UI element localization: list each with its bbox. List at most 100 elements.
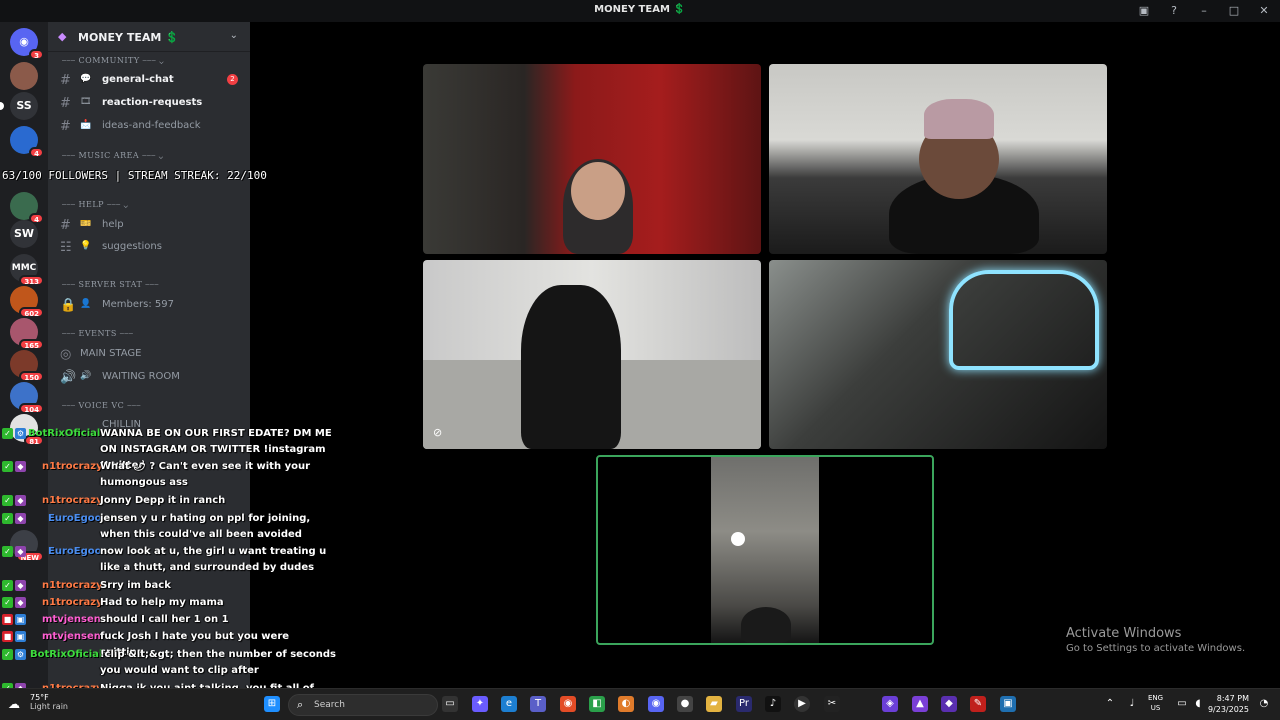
obs-icon[interactable]: ● <box>677 696 693 712</box>
sub-badge-icon: ◆ <box>15 546 26 557</box>
channel-ideas-and-feedback[interactable]: # 📩 ideas-and-feedback <box>56 116 246 136</box>
chat-text: Had to help my mama <box>100 597 224 608</box>
category-server-stat[interactable]: ⎯⎯⎯ SERVER STAT ⎯⎯⎯ <box>62 280 159 290</box>
weather-condition: Light rain <box>30 702 68 711</box>
verified-badge-icon: ✓ <box>2 513 13 524</box>
video-tile-active-speaker[interactable] <box>596 455 934 645</box>
discord-home-icon[interactable]: ◉ 3 <box>10 28 44 60</box>
category-voice-vc[interactable]: ⎯⎯⎯ VOICE VC ⎯⎯⎯ <box>62 401 141 411</box>
server-icon[interactable]: 4 <box>10 126 44 158</box>
video-tile[interactable] <box>423 64 761 254</box>
premiere-icon[interactable]: Pr <box>736 696 752 712</box>
sub-badge-icon: ◆ <box>15 580 26 591</box>
server-icon[interactable]: 165 <box>10 318 44 350</box>
chat-text: Srry im back <box>100 580 171 591</box>
chat-username: n1trocrazy <box>42 495 103 506</box>
search-placeholder: Search <box>314 700 345 710</box>
channel-suggestions[interactable]: ☷ 💡 suggestions <box>56 237 246 257</box>
language-indicator[interactable]: ENG US <box>1148 693 1163 713</box>
hash-icon: # <box>60 119 71 134</box>
server-badge: 4 <box>29 147 44 158</box>
channel-reaction-requests[interactable]: # 🎞 reaction-requests <box>56 93 246 113</box>
channel-help[interactable]: # 🎫 help <box>56 215 246 235</box>
channel-main-stage[interactable]: ◎ MAIN STAGE <box>56 344 246 364</box>
server-icon[interactable]: 4 <box>10 192 44 224</box>
task-view-icon[interactable]: ▭ <box>442 696 458 712</box>
app-icon[interactable]: ✎ <box>970 696 986 712</box>
category-label: VOICE VC <box>78 401 125 410</box>
server-icon[interactable]: 602 <box>10 286 44 318</box>
verified-badge-icon: ✓ <box>2 649 13 660</box>
activate-windows-watermark: Activate Windows Go to Settings to activ… <box>1066 626 1245 654</box>
app-icon[interactable]: ▲ <box>912 696 928 712</box>
category-events[interactable]: ⎯⎯⎯ EVENTS ⎯⎯⎯ <box>62 329 133 339</box>
media-player-icon[interactable]: ▶ <box>794 696 810 712</box>
channel-members-count[interactable]: 🔒 👤 Members: 597 <box>56 295 246 315</box>
firefox-icon[interactable]: ◐ <box>618 696 634 712</box>
app-icon[interactable]: ◈ <box>882 696 898 712</box>
server-icon[interactable]: MMC 313 <box>10 254 44 286</box>
minimize-icon[interactable]: – <box>1196 3 1212 19</box>
window-title: MONEY TEAM 💲 <box>594 4 686 15</box>
server-icon[interactable]: 150 <box>10 350 44 382</box>
server-icon[interactable]: 104 <box>10 382 44 414</box>
server-header[interactable]: ◆ MONEY TEAM 💲 ⌄ <box>48 22 250 52</box>
server-badge: 165 <box>19 339 44 350</box>
app-icon[interactable]: ◧ <box>589 696 605 712</box>
microphone-icon[interactable]: ♩ <box>1124 696 1140 712</box>
server-icon[interactable] <box>10 62 38 90</box>
channel-label: general-chat <box>102 74 174 85</box>
app-icon[interactable]: ◆ <box>941 696 957 712</box>
title-bar: MONEY TEAM 💲 ▣ ? – □ ✕ <box>0 0 1280 22</box>
lock-icon: 🔒 <box>60 298 77 313</box>
channel-waiting-room[interactable]: 🔊 🔊 WAITING ROOM <box>56 367 246 387</box>
ceiling-light <box>731 532 745 546</box>
teams-icon[interactable]: T <box>530 696 546 712</box>
taskbar-search[interactable]: ⌕ Search <box>288 694 438 716</box>
server-icon[interactable]: SS <box>10 92 38 120</box>
notification-bell-icon[interactable]: ◔ <box>1256 696 1272 712</box>
chevron-up-icon[interactable]: ⌃ <box>1102 696 1118 712</box>
neon-sign <box>949 270 1099 370</box>
film-icon: 🎞 <box>80 97 92 107</box>
ticket-icon: 🎫 <box>80 219 92 229</box>
video-tile[interactable] <box>769 260 1107 449</box>
inbox-icon[interactable]: ▣ <box>1136 3 1152 19</box>
language: ENG <box>1148 694 1164 702</box>
chat-username: BotRixOficial <box>28 428 101 439</box>
server-badge: 3 <box>29 49 44 60</box>
edge-icon[interactable]: e <box>501 696 517 712</box>
category-label: EVENTS <box>78 329 117 338</box>
capcut-icon[interactable]: ✂ <box>824 696 840 712</box>
copilot-icon[interactable]: ✦ <box>472 696 488 712</box>
chrome-icon[interactable]: ◉ <box>560 696 576 712</box>
speech-bubble-icon: 💬 <box>80 74 92 84</box>
close-icon[interactable]: ✕ <box>1256 3 1272 19</box>
clock[interactable]: 8:47 PM 9/23/2025 <box>1205 693 1249 715</box>
hash-icon: # <box>60 73 71 88</box>
windows-taskbar: ☁ 75°F Light rain ⊞ ⌕ Search ▭ ✦ e T ◉ ◧… <box>0 688 1280 720</box>
category-community[interactable]: ⎯⎯⎯ COMMUNITY ⎯⎯⎯ ⌄ <box>62 56 164 66</box>
chevron-down-icon[interactable]: ⌄ <box>230 30 238 41</box>
start-icon[interactable]: ⊞ <box>264 696 280 712</box>
video-tile[interactable] <box>769 64 1107 254</box>
tiktok-icon[interactable]: ♪ <box>765 696 781 712</box>
category-music-area[interactable]: ⎯⎯⎯ MUSIC AREA ⎯⎯⎯ ⌄ <box>62 151 164 161</box>
server-icon[interactable]: SW <box>10 220 38 248</box>
app-icon[interactable]: ▣ <box>1000 696 1016 712</box>
volume-icon[interactable]: ◖ <box>1190 696 1206 712</box>
network-icon[interactable]: ▭ <box>1174 696 1190 712</box>
category-help[interactable]: ⎯⎯⎯ HELP ⎯⎯⎯ ⌄ <box>62 200 128 210</box>
discord-icon[interactable]: ◉ <box>648 696 664 712</box>
server-label: SS <box>16 99 32 112</box>
help-icon[interactable]: ? <box>1166 3 1182 19</box>
weather-icon[interactable]: ☁ <box>6 696 22 712</box>
category-label: HELP <box>78 200 105 209</box>
channel-general-chat[interactable]: # 💬 general-chat 2 <box>56 70 246 90</box>
maximize-icon[interactable]: □ <box>1226 3 1242 19</box>
server-name: MONEY TEAM 💲 <box>78 31 179 44</box>
weather-widget[interactable]: 75°F Light rain <box>30 693 68 711</box>
chat-text: Jonny Depp it in ranch <box>100 495 226 506</box>
file-explorer-icon[interactable]: ▰ <box>706 696 722 712</box>
video-tile[interactable]: ⊘ <box>423 260 761 449</box>
